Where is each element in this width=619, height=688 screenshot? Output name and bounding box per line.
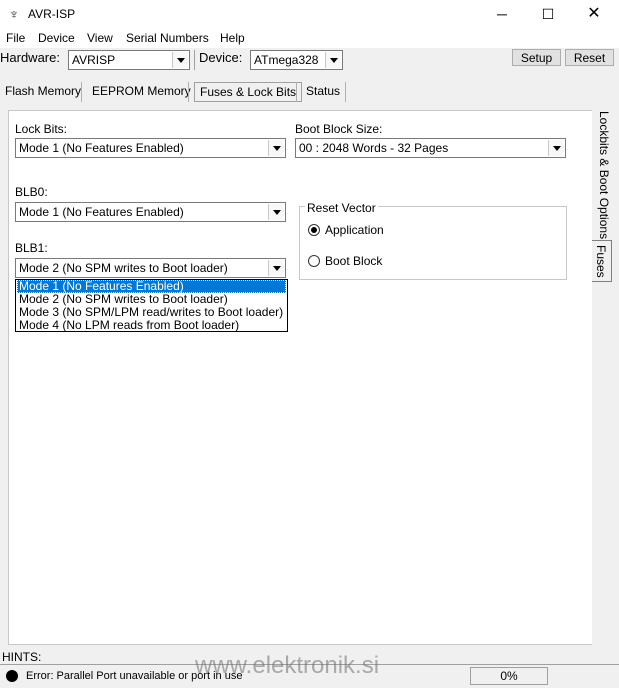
menu-help[interactable]: Help bbox=[220, 31, 245, 45]
blb0-value: Mode 1 (No Features Enabled) bbox=[19, 205, 184, 219]
device-select[interactable]: ATmega328 bbox=[250, 50, 343, 70]
lock-bits-label: Lock Bits: bbox=[15, 122, 68, 136]
menu-device[interactable]: Device bbox=[38, 31, 75, 45]
side-tab-fuses[interactable]: Fuses bbox=[592, 240, 612, 282]
chevron-down-icon[interactable] bbox=[548, 140, 564, 156]
reset-vector-title: Reset Vector bbox=[305, 201, 378, 215]
tab-separator bbox=[296, 82, 297, 102]
device-label: Device: bbox=[199, 50, 243, 65]
close-button[interactable]: ✕ bbox=[571, 0, 617, 28]
window-title: AVR-ISP bbox=[28, 7, 76, 21]
tab-fuses-lock-bits[interactable]: Fuses & Lock Bits bbox=[194, 82, 303, 102]
menu-serial-numbers[interactable]: Serial Numbers bbox=[126, 31, 209, 45]
tab-flash-memory[interactable]: Flash Memory bbox=[0, 80, 86, 102]
blb1-label: BLB1: bbox=[15, 241, 48, 255]
hardware-select[interactable]: AVRISP bbox=[68, 50, 190, 70]
blb0-label: BLB0: bbox=[15, 185, 48, 199]
reset-vector-group bbox=[299, 206, 567, 280]
boot-block-size-label: Boot Block Size: bbox=[295, 122, 383, 136]
radio-application[interactable] bbox=[308, 224, 320, 236]
menu-file[interactable]: File bbox=[6, 31, 25, 45]
chevron-down-icon[interactable] bbox=[268, 260, 284, 276]
watermark: www.elektronik.si bbox=[195, 652, 380, 679]
title-bar: ♆ AVR-ISP ─ ☐ ✕ bbox=[0, 0, 619, 28]
toolbar: Hardware: AVRISP Device: ATmega328 Setup… bbox=[0, 48, 619, 72]
menu-bar: File Device View Serial Numbers Help bbox=[0, 28, 619, 48]
tab-separator bbox=[81, 82, 82, 102]
radio-boot-block[interactable] bbox=[308, 255, 320, 267]
boot-block-size-value: 00 : 2048 Words - 32 Pages bbox=[299, 141, 449, 155]
tab-eeprom-memory[interactable]: EEPROM Memory bbox=[87, 80, 196, 102]
status-indicator-icon bbox=[6, 670, 18, 682]
tab-separator bbox=[345, 82, 346, 102]
blb0-select[interactable]: Mode 1 (No Features Enabled) bbox=[15, 202, 286, 222]
boot-block-size-select[interactable]: 00 : 2048 Words - 32 Pages bbox=[295, 138, 566, 158]
reset-button[interactable]: Reset bbox=[565, 49, 614, 66]
hardware-label: Hardware: bbox=[0, 50, 60, 65]
progress-text: 0% bbox=[500, 669, 518, 683]
minimize-button[interactable]: ─ bbox=[479, 0, 525, 28]
radio-boot-block-label[interactable]: Boot Block bbox=[325, 254, 382, 268]
app-icon: ♆ bbox=[8, 6, 20, 22]
chevron-down-icon[interactable] bbox=[172, 52, 188, 68]
fuses-panel bbox=[8, 110, 592, 645]
blb1-select[interactable]: Mode 2 (No SPM writes to Boot loader) bbox=[15, 258, 286, 278]
tab-status[interactable]: Status bbox=[301, 80, 345, 102]
hints-label: HINTS: bbox=[2, 650, 42, 664]
lock-bits-select[interactable]: Mode 1 (No Features Enabled) bbox=[15, 138, 286, 158]
radio-application-label[interactable]: Application bbox=[325, 223, 384, 237]
hardware-value: AVRISP bbox=[72, 53, 116, 67]
blb1-option-mode-4[interactable]: Mode 4 (No LPM reads from Boot loader) bbox=[17, 319, 286, 332]
tab-separator bbox=[188, 82, 189, 102]
lock-bits-value: Mode 1 (No Features Enabled) bbox=[19, 141, 184, 155]
side-tab-lockbits-boot-options[interactable]: Lockbits & Boot Options bbox=[593, 110, 615, 240]
chevron-down-icon[interactable] bbox=[325, 52, 341, 68]
setup-button[interactable]: Setup bbox=[512, 49, 561, 66]
blb1-value: Mode 2 (No SPM writes to Boot loader) bbox=[19, 261, 228, 275]
toolbar-separator bbox=[194, 50, 195, 70]
blb1-dropdown-list: Mode 1 (No Features Enabled) Mode 2 (No … bbox=[15, 279, 288, 332]
chevron-down-icon[interactable] bbox=[268, 140, 284, 156]
maximize-button[interactable]: ☐ bbox=[525, 0, 571, 28]
menu-view[interactable]: View bbox=[87, 31, 113, 45]
chevron-down-icon[interactable] bbox=[268, 204, 284, 220]
device-value: ATmega328 bbox=[254, 53, 319, 67]
